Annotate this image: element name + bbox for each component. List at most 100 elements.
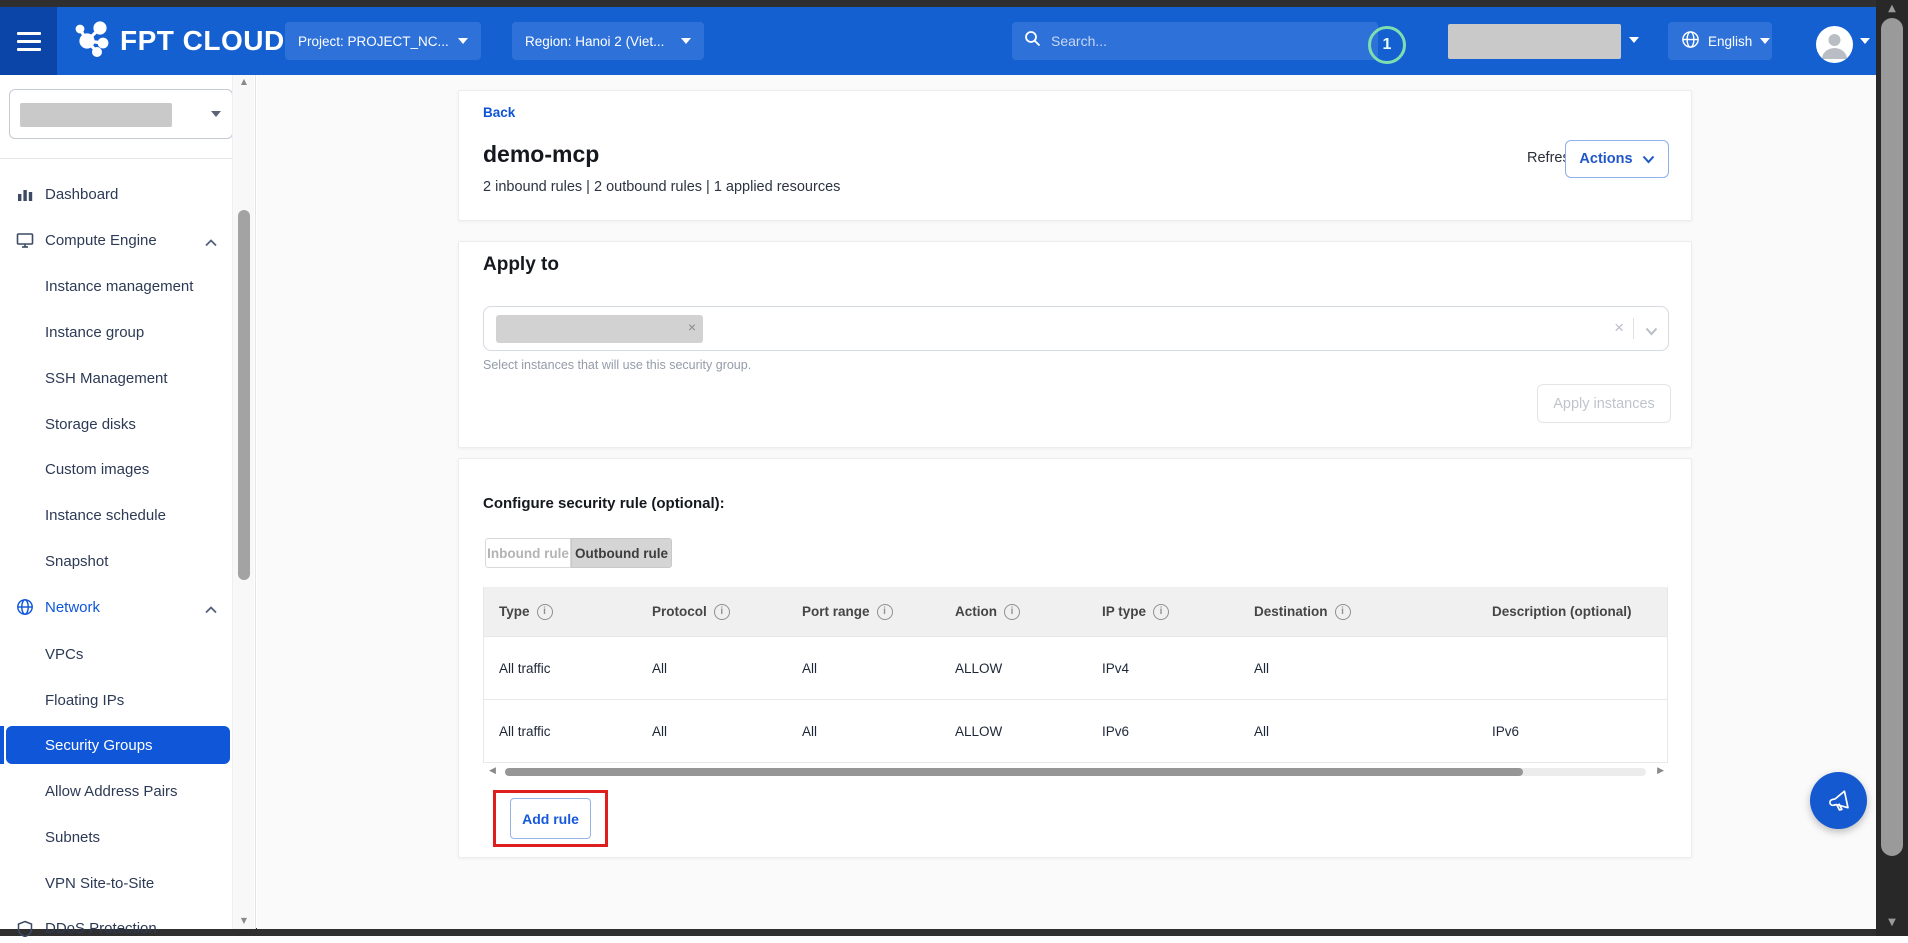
window-top-edge [0,0,1908,7]
info-icon[interactable]: i [537,604,553,620]
scroll-left-arrow-icon[interactable]: ◀ [489,766,496,776]
info-icon[interactable]: i [1153,604,1169,620]
info-icon[interactable]: i [877,604,893,620]
table-horizontal-scrollbar[interactable]: ◀ ▶ [483,765,1668,779]
scroll-up-arrow-icon[interactable]: ▲ [233,77,255,86]
info-icon[interactable]: i [1335,604,1351,620]
selected-item-accent-bar [0,726,4,764]
fpt-cloud-logo: FPT CLOUD [72,7,285,75]
sidebar-vpc-selector[interactable] [9,89,233,139]
rules-table: Typei Protocoli Port rangei Actioni IP t… [483,587,1668,763]
global-search[interactable] [1012,22,1378,60]
sidebar-item-instance-group[interactable]: Instance group [0,317,232,347]
scroll-down-arrow-icon[interactable]: ▼ [233,916,255,925]
redacted-selection [20,103,172,127]
language-label: English [1708,34,1752,49]
tab-outbound-rule[interactable]: Outbound rule [571,538,672,568]
shield-icon [15,918,35,938]
chevron-down-icon[interactable] [1645,323,1658,341]
sidebar-scrollbar[interactable]: ▲ ▼ [232,75,254,929]
instances-multiselect[interactable]: × × [483,306,1669,351]
sidebar-scrollbar-thumb[interactable] [238,210,250,580]
caret-down-icon [211,111,221,117]
caret-down-icon [1760,38,1770,44]
sidebar-item-network[interactable]: Network [0,592,232,622]
sidebar-item-instance-schedule[interactable]: Instance schedule [0,500,232,530]
globe-icon [1681,30,1700,52]
sidebar-item-storage-disks[interactable]: Storage disks [0,409,232,439]
security-rules-card: Configure security rule (optional): Inbo… [458,458,1692,858]
scroll-up-arrow-icon[interactable]: ▲ [1876,3,1908,14]
globe-icon [15,597,35,617]
hamburger-menu-button[interactable] [0,7,57,75]
configure-rule-heading: Configure security rule (optional): [483,495,725,512]
vertical-scrollbar-thumb[interactable] [1881,18,1903,856]
remove-chip-icon[interactable]: × [688,319,696,335]
sidebar-item-allow-address-pairs[interactable]: Allow Address Pairs [0,776,232,806]
info-icon[interactable]: i [1004,604,1020,620]
caret-down-icon [1860,38,1870,44]
window-bottom-edge [0,928,1876,936]
page-title: demo-mcp [483,141,599,168]
sidebar-divider [0,158,232,159]
fpt-logo-icon [72,18,114,65]
search-input[interactable] [1051,33,1351,49]
sidebar-item-vpn-site-to-site[interactable]: VPN Site-to-Site [0,868,232,898]
project-selector-label: Project: PROJECT_NC... [298,34,449,49]
search-icon [1024,30,1041,52]
sidebar-item-custom-images[interactable]: Custom images [0,454,232,484]
language-selector[interactable]: English [1668,22,1772,60]
table-row[interactable]: All traffic All All ALLOW IPv6 All IPv6 [484,699,1667,762]
apply-instances-button[interactable]: Apply instances [1537,384,1671,423]
tenant-selector-redacted[interactable] [1448,24,1621,59]
apply-to-card: Apply to × × Select instances that will … [458,241,1692,448]
megaphone-icon [1825,787,1852,814]
region-selector-label: Region: Hanoi 2 (Viet... [525,34,664,49]
region-selector[interactable]: Region: Hanoi 2 (Viet... [512,22,704,60]
horizontal-scrollbar-thumb[interactable] [505,768,1523,776]
chevron-down-icon [1642,155,1655,164]
bar-chart-icon [15,184,35,204]
table-row[interactable]: All traffic All All ALLOW IPv4 All [484,636,1667,699]
sidebar-item-compute-engine[interactable]: Compute Engine [0,225,232,255]
announcements-fab[interactable] [1810,772,1867,829]
sidebar-item-subnets[interactable]: Subnets [0,822,232,852]
page-vertical-scrollbar[interactable]: ▲ ▼ [1876,0,1908,936]
sidebar-item-floating-ips[interactable]: Floating IPs [0,685,232,715]
rules-table-header: Typei Protocoli Port rangei Actioni IP t… [484,587,1667,636]
select-divider [1633,318,1634,339]
scroll-down-arrow-icon[interactable]: ▼ [1876,917,1908,928]
apply-to-title: Apply to [483,254,559,276]
select-helper-text: Select instances that will use this secu… [483,358,751,372]
info-icon[interactable]: i [714,604,730,620]
monitor-icon [15,230,35,250]
project-selector[interactable]: Project: PROJECT_NC... [285,22,481,60]
horizontal-scrollbar-track[interactable] [505,768,1646,776]
sidebar-item-ddos-protection[interactable]: DDoS Protection [0,913,232,943]
security-group-header-card: Back demo-mcp 2 inbound rules | 2 outbou… [458,90,1692,221]
caret-down-icon [1629,37,1639,43]
clear-selection-icon[interactable]: × [1614,318,1624,338]
sidebar-item-snapshot[interactable]: Snapshot [0,546,232,576]
add-rule-button[interactable]: Add rule [510,798,591,839]
caret-down-icon [458,38,468,44]
sidebar-item-dashboard[interactable]: Dashboard [0,179,232,209]
actions-dropdown-button[interactable]: Actions [1565,140,1669,178]
top-navbar: FPT CLOUD Project: PROJECT_NC... Region:… [0,7,1876,75]
back-link[interactable]: Back [483,105,515,120]
rules-summary: 2 inbound rules | 2 outbound rules | 1 a… [483,179,840,195]
tab-inbound-rule[interactable]: Inbound rule [485,538,571,568]
notification-badge[interactable]: 1 [1368,26,1406,64]
scroll-right-arrow-icon[interactable]: ▶ [1657,766,1664,776]
user-avatar[interactable] [1816,26,1853,63]
chevron-up-icon [205,234,217,251]
sidebar-item-vpcs[interactable]: VPCs [0,639,232,669]
chevron-up-icon [205,601,217,618]
sidebar-item-ssh-management[interactable]: SSH Management [0,363,232,393]
sidebar-item-security-groups[interactable]: Security Groups [6,726,230,764]
sidebar-navigation: Dashboard Compute Engine Instance manage… [0,75,256,929]
sidebar-item-instance-management[interactable]: Instance management [0,271,232,301]
selected-instance-chip-redacted: × [496,315,703,343]
caret-down-icon [681,38,691,44]
red-annotation-box: Add rule [493,790,608,847]
